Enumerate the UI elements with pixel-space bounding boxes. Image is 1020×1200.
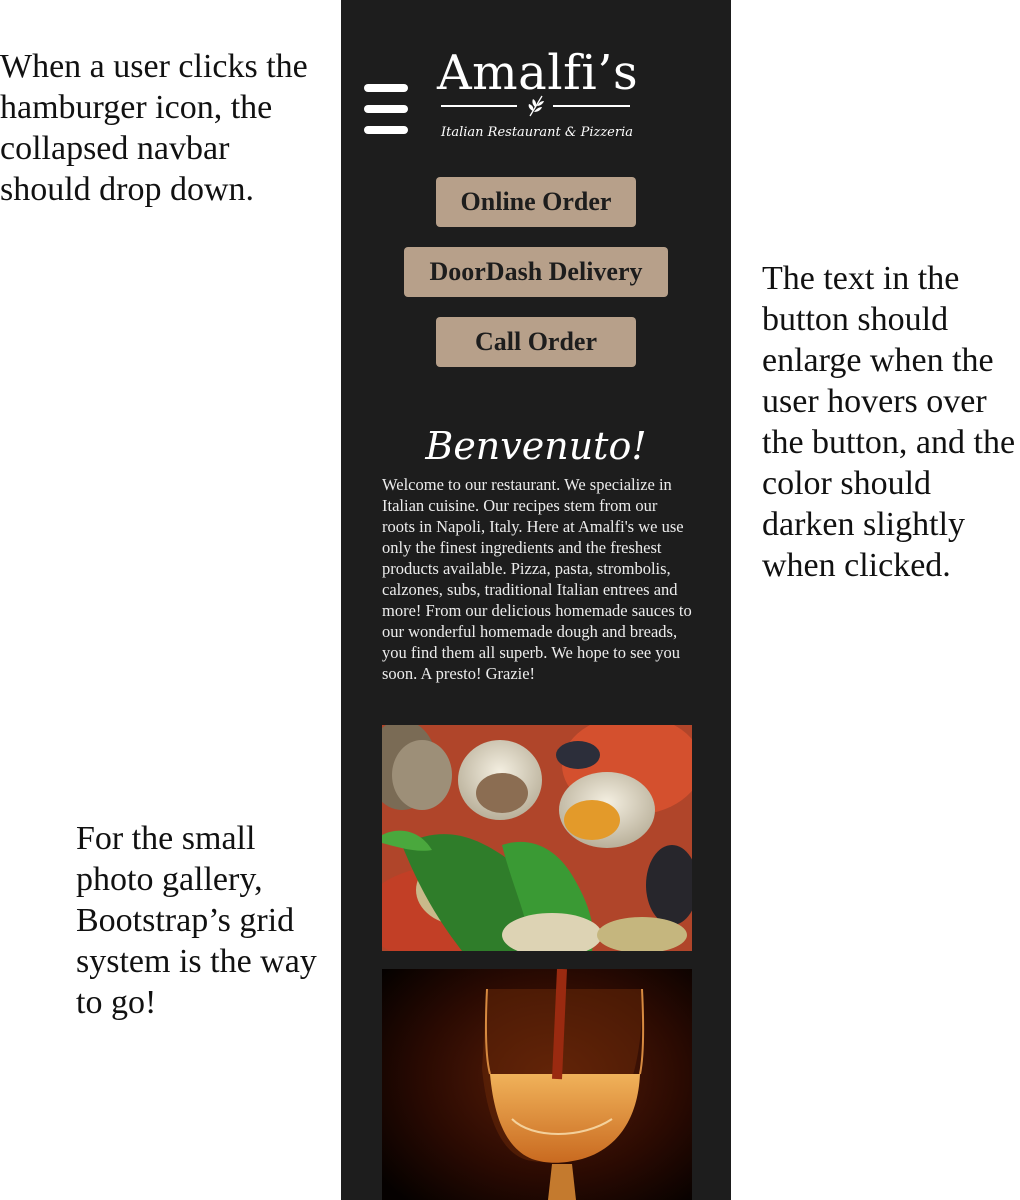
logo-divider-left: [441, 105, 517, 107]
annotation-buttons: The text in the button should enlarge wh…: [762, 260, 1016, 584]
welcome-text: Welcome to our restaurant. We specialize…: [382, 475, 692, 683]
restaurant-logo[interactable]: Amalfi’s Italian Restaurant & Pizzeria: [437, 42, 638, 152]
gallery-photo-clams[interactable]: [382, 725, 692, 951]
annotation-navbar: When a user clicks the hamburger icon, t…: [0, 48, 308, 208]
annotation-gallery: For the small photo gallery, Bootstrap’s…: [76, 820, 317, 1021]
gallery-photo-wine[interactable]: [382, 969, 692, 1200]
wine-photo-image: [382, 969, 692, 1200]
hamburger-bar: [364, 126, 408, 134]
hamburger-bar: [364, 84, 408, 92]
logo-divider-right: [553, 105, 630, 107]
hamburger-icon[interactable]: [364, 84, 408, 140]
clams-photo-image: [382, 725, 692, 951]
logo-subtitle: Italian Restaurant & Pizzeria: [441, 125, 633, 140]
hamburger-bar: [364, 105, 408, 113]
welcome-heading: Benvenuto!: [425, 424, 647, 468]
mobile-mockup: Amalfi’s Italian Restaurant & Pizzeria O…: [341, 0, 731, 1200]
call-order-button[interactable]: Call Order: [436, 317, 636, 367]
doordash-delivery-button[interactable]: DoorDash Delivery: [404, 247, 668, 297]
online-order-button[interactable]: Online Order: [436, 177, 636, 227]
leaf-icon: [528, 95, 544, 117]
